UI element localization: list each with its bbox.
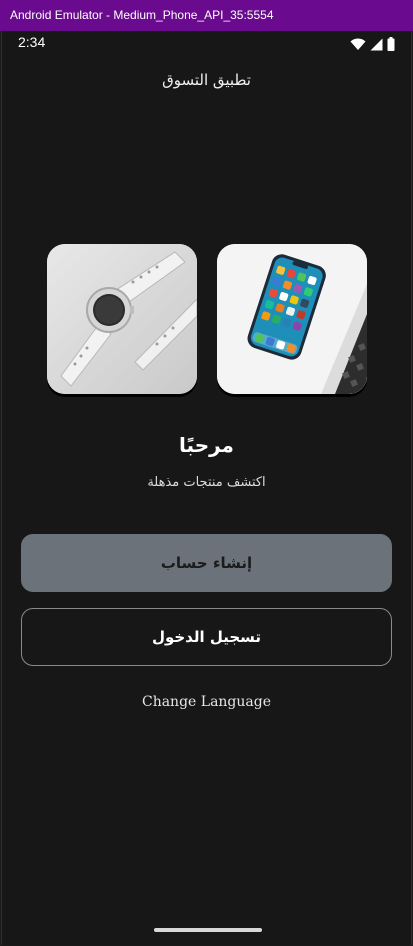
login-label: تسجيل الدخول: [151, 628, 262, 646]
status-icons: [350, 36, 395, 55]
status-bar: 2:34: [2, 31, 411, 55]
watch-image: [47, 244, 197, 394]
wifi-icon: [350, 36, 366, 55]
change-language-button[interactable]: Change Language: [2, 694, 411, 710]
window-titlebar: Android Emulator - Medium_Phone_API_35:5…: [0, 0, 413, 31]
battery-icon: [387, 36, 395, 55]
welcome-subtitle: اكتشف منتجات مذهلة: [147, 475, 266, 490]
login-button[interactable]: تسجيل الدخول: [21, 608, 392, 666]
phone-screen: 2:34 تطبيق التسوق مرحبًا اكتشف منتجات مذ…: [1, 31, 412, 945]
welcome-heading: مرحبًا: [179, 433, 234, 457]
status-time: 2:34: [18, 34, 46, 50]
emulator-window: Android Emulator - Medium_Phone_API_35:5…: [0, 0, 413, 946]
phone-image: [217, 244, 367, 394]
create-account-button[interactable]: إنشاء حساب: [21, 534, 392, 592]
create-account-label: إنشاء حساب: [160, 554, 253, 572]
signal-icon: [370, 36, 383, 55]
app-title: تطبيق التسوق: [162, 71, 251, 89]
gesture-nav-handle[interactable]: [154, 928, 262, 932]
